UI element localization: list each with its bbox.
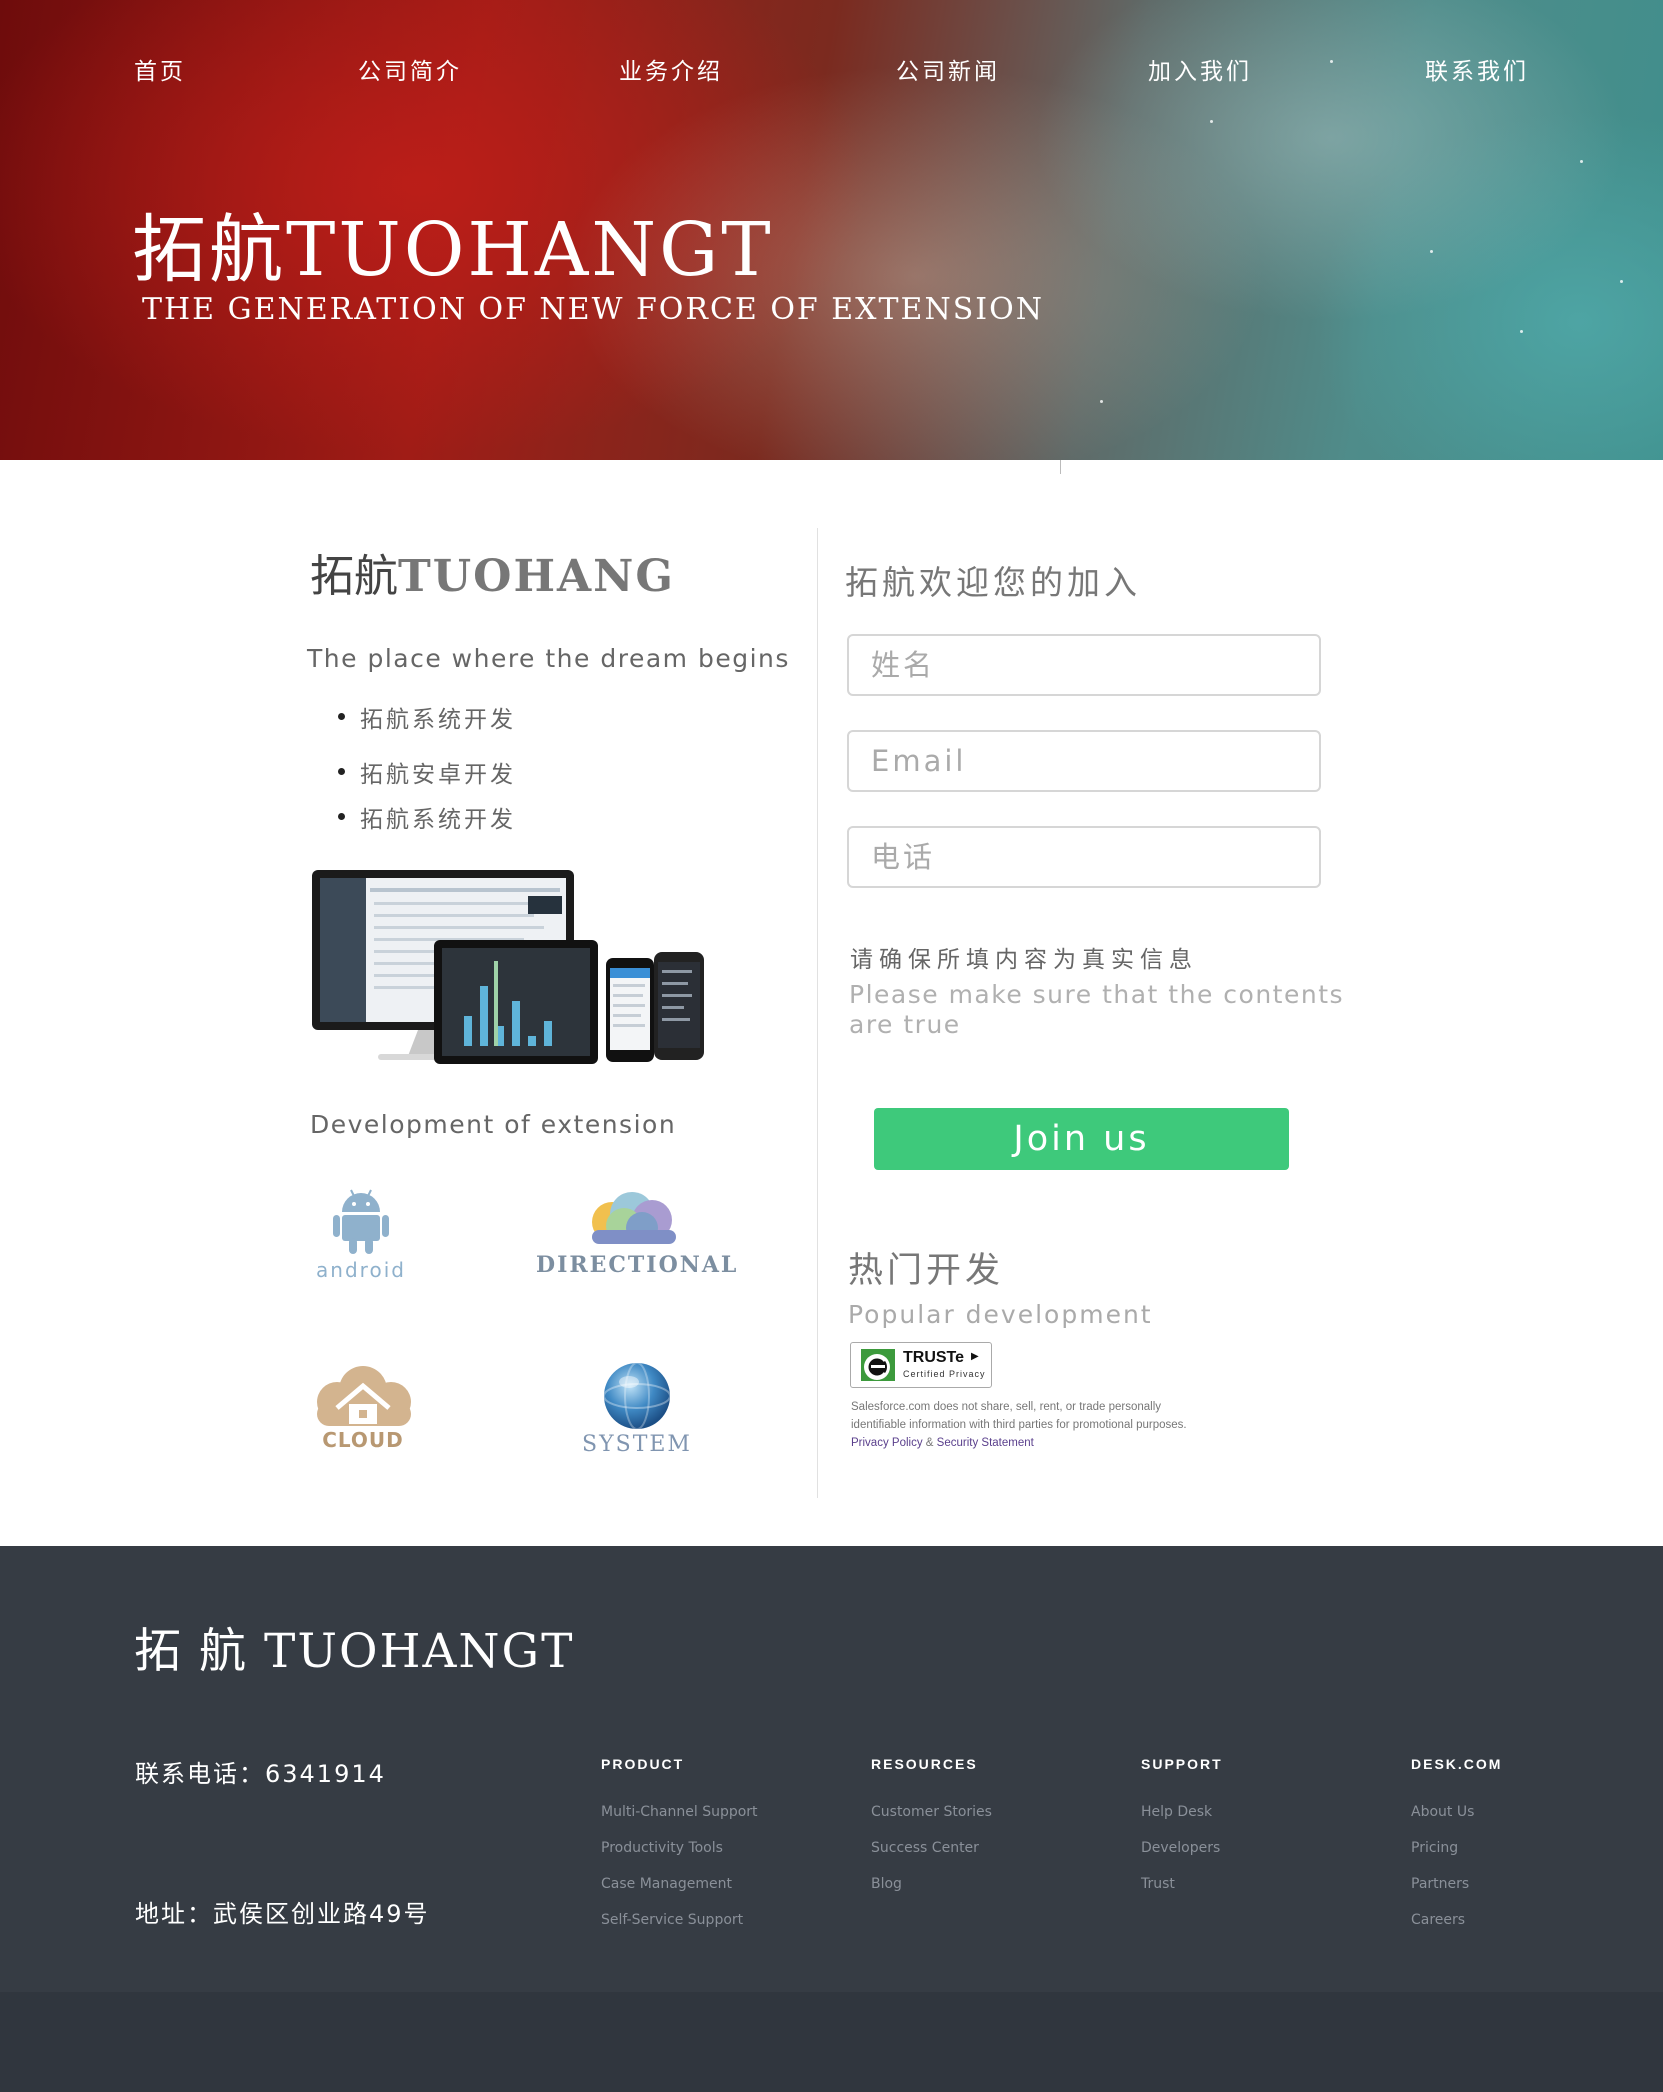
privacy-policy-link[interactable]: Privacy Policy bbox=[851, 1437, 923, 1449]
list-item: 拓航安卓开发 bbox=[338, 755, 516, 789]
system-logo: SYSTEM bbox=[566, 1360, 708, 1457]
truste-subtitle: Certified Privacy bbox=[903, 1369, 986, 1379]
nav-about[interactable]: 公司简介 bbox=[358, 52, 462, 86]
note-cn: 请确保所填内容为真实信息 bbox=[850, 947, 1198, 973]
footer-link[interactable]: Trust bbox=[1141, 1866, 1223, 1902]
footer-link[interactable]: Multi-Channel Support bbox=[601, 1794, 758, 1830]
footer-brand-cn: 拓航 bbox=[134, 1624, 264, 1679]
truste-icon bbox=[861, 1349, 895, 1381]
footer-column-title: SUPPORT bbox=[1141, 1756, 1223, 1772]
nav-join[interactable]: 加入我们 bbox=[1148, 52, 1252, 86]
join-us-button[interactable]: Join us bbox=[874, 1108, 1289, 1170]
android-logo: android bbox=[306, 1186, 416, 1282]
footer-brand: 拓航TUOHANGT bbox=[134, 1612, 574, 1681]
nav-contact[interactable]: 联系我们 bbox=[1425, 52, 1529, 86]
rainbow-cloud-icon bbox=[592, 1192, 676, 1244]
android-icon bbox=[333, 1189, 389, 1254]
join-title: 拓航欢迎您的加入 bbox=[845, 563, 1141, 602]
star-dot bbox=[1210, 120, 1213, 123]
footer-link[interactable]: Help Desk bbox=[1141, 1794, 1223, 1830]
privacy-ampersand: & bbox=[925, 1437, 934, 1449]
name-field[interactable] bbox=[847, 634, 1321, 696]
system-label: SYSTEM bbox=[582, 1432, 692, 1457]
intro-brand-latin: TUOHANG bbox=[398, 551, 675, 602]
hero-subtitle: THE GENERATION OF NEW FORCE OF EXTENSION bbox=[142, 292, 1044, 327]
email-field[interactable] bbox=[847, 730, 1321, 792]
truste-brand: TRUSTe bbox=[903, 1349, 965, 1366]
cloud-label: CLOUD bbox=[322, 1428, 404, 1452]
main-nav: 首页 公司简介 业务介绍 公司新闻 加入我们 联系我们 bbox=[0, 52, 1663, 92]
footer-column-product: PRODUCT Multi-Channel Support Productivi… bbox=[601, 1756, 758, 1938]
footer-column-resources: RESOURCES Customer Stories Success Cente… bbox=[871, 1756, 992, 1902]
footer-column-title: RESOURCES bbox=[871, 1756, 978, 1772]
nav-home[interactable]: 首页 bbox=[134, 52, 186, 86]
service-list: 拓航系统开发 拓航安卓开发 拓航系统开发 bbox=[338, 700, 516, 834]
hero-title: 拓航TUOHANGT bbox=[132, 207, 774, 293]
footer-link[interactable]: Productivity Tools bbox=[601, 1830, 758, 1866]
android-label: android bbox=[316, 1258, 406, 1282]
intro-tagline: The place where the dream begins bbox=[307, 644, 790, 673]
footer-link[interactable]: Customer Stories bbox=[871, 1794, 992, 1830]
footer-link[interactable]: About Us bbox=[1411, 1794, 1502, 1830]
play-icon: ▶ bbox=[971, 1351, 979, 1362]
popular-title-en: Popular development bbox=[848, 1300, 1153, 1329]
list-item: 拓航系统开发 bbox=[338, 800, 516, 834]
footer-link[interactable]: Self-Service Support bbox=[601, 1902, 758, 1938]
privacy-note: Salesforce.com does not share, sell, ren… bbox=[851, 1398, 1211, 1452]
house-cloud-icon bbox=[317, 1366, 411, 1426]
footer-column-title: PRODUCT bbox=[601, 1756, 685, 1772]
popular-title-cn: 热门开发 bbox=[848, 1251, 1005, 1291]
star-dot bbox=[1520, 330, 1523, 333]
note-en: Please make sure that the contents are t… bbox=[849, 980, 1345, 1039]
intro-brand: 拓航TUOHANG bbox=[310, 540, 675, 604]
cloud-logo: CLOUD bbox=[300, 1366, 426, 1452]
footer-phone: 联系电话：6341914 bbox=[135, 1760, 386, 1788]
star-dot bbox=[1100, 400, 1103, 403]
divider-tick bbox=[1060, 460, 1061, 474]
footer-link[interactable]: Case Management bbox=[601, 1866, 758, 1902]
intro-brand-cn: 拓航 bbox=[310, 551, 398, 602]
security-statement-link[interactable]: Security Statement bbox=[937, 1437, 1034, 1449]
footer-link[interactable]: Blog bbox=[871, 1866, 992, 1902]
column-divider bbox=[817, 528, 818, 1498]
footer-bottom-bar bbox=[0, 1992, 1663, 2092]
hero-banner: 首页 公司简介 业务介绍 公司新闻 加入我们 联系我们 拓航TUOHANGT T… bbox=[0, 0, 1663, 460]
list-item: 拓航系统开发 bbox=[338, 700, 516, 734]
directional-logo: DIRECTIONAL bbox=[536, 1190, 739, 1278]
truste-badge[interactable]: TRUSTe ▶ Certified Privacy bbox=[850, 1342, 992, 1388]
footer-link[interactable]: Pricing bbox=[1411, 1830, 1502, 1866]
footer-column-support: SUPPORT Help Desk Developers Trust bbox=[1141, 1756, 1223, 1902]
footer-link[interactable]: Developers bbox=[1141, 1830, 1223, 1866]
star-dot bbox=[1430, 250, 1433, 253]
development-title: Development of extension bbox=[310, 1110, 677, 1139]
footer-column-title: DESK.COM bbox=[1411, 1756, 1503, 1772]
footer-address: 地址：武侯区创业路49号 bbox=[135, 1900, 430, 1928]
directional-label: DIRECTIONAL bbox=[536, 1252, 739, 1278]
devices-illustration bbox=[312, 870, 704, 1064]
footer-brand-latin: TUOHANGT bbox=[264, 1624, 575, 1679]
nav-news[interactable]: 公司新闻 bbox=[896, 52, 1000, 86]
footer-link[interactable]: Partners bbox=[1411, 1866, 1502, 1902]
footer-link[interactable]: Success Center bbox=[871, 1830, 992, 1866]
globe-icon bbox=[603, 1362, 671, 1430]
phone-field[interactable] bbox=[847, 826, 1321, 888]
privacy-text: Salesforce.com does not share, sell, ren… bbox=[851, 1401, 1187, 1431]
footer-link[interactable]: Careers bbox=[1411, 1902, 1502, 1938]
nav-business[interactable]: 业务介绍 bbox=[619, 52, 723, 86]
footer-column-desk: DESK.COM About Us Pricing Partners Caree… bbox=[1411, 1756, 1502, 1938]
star-dot bbox=[1580, 160, 1583, 163]
star-dot bbox=[1620, 280, 1623, 283]
